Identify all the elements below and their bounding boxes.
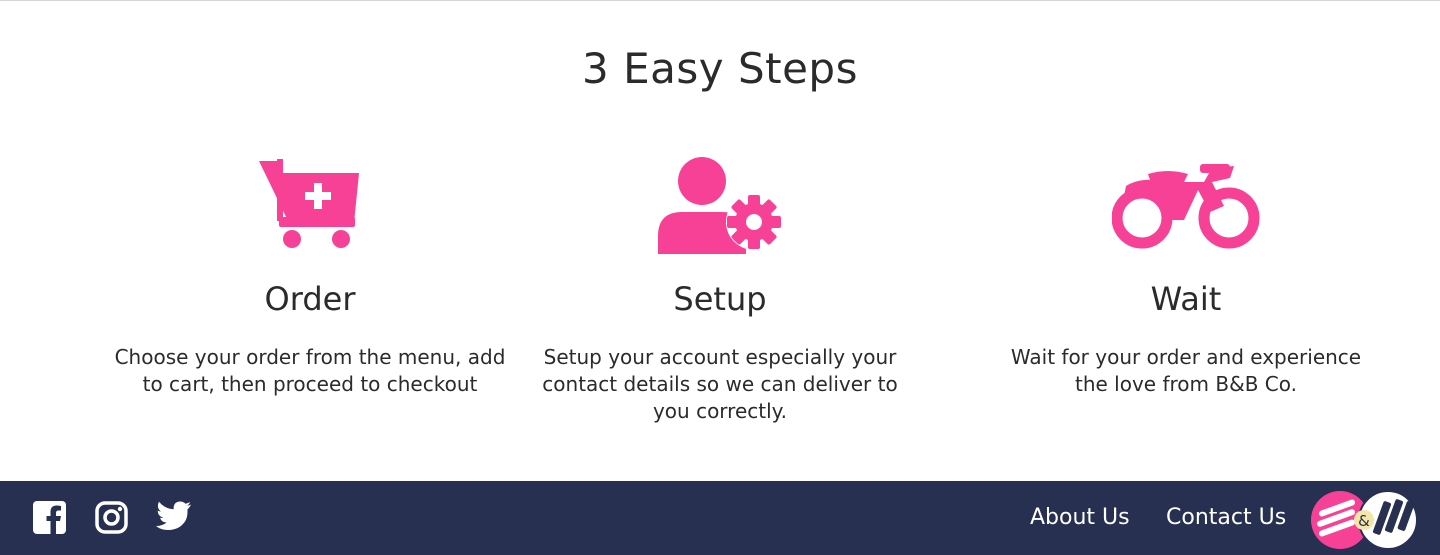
about-us-link[interactable]: About Us [1030, 505, 1130, 530]
step-description: Choose your order from the menu, add to … [114, 345, 506, 396]
step-description: Wait for your order and experience the l… [1010, 345, 1362, 396]
cart-plus-icon [100, 150, 520, 260]
svg-text:&: & [1358, 512, 1370, 530]
top-divider [0, 0, 1440, 1]
bb-co-logo[interactable]: & [1308, 489, 1424, 555]
step-title: Order [264, 280, 356, 318]
instagram-icon[interactable] [95, 501, 128, 534]
site-footer: About Us Contact Us & [0, 481, 1440, 555]
user-gear-icon [510, 150, 930, 260]
step-description: Setup your account especially your conta… [542, 345, 898, 423]
twitter-icon[interactable] [156, 501, 191, 531]
facebook-icon[interactable] [33, 501, 66, 534]
step-title: Setup [673, 280, 767, 318]
section-title: 3 Easy Steps [582, 44, 858, 93]
motorcycle-icon [976, 150, 1396, 260]
step-order: Order Choose your order from the menu, a… [100, 150, 520, 398]
step-title: Wait [1150, 280, 1222, 318]
step-setup: Setup Setup your account especially your… [510, 150, 930, 425]
step-wait: Wait Wait for your order and experience … [976, 150, 1396, 398]
contact-us-link[interactable]: Contact Us [1166, 505, 1286, 530]
